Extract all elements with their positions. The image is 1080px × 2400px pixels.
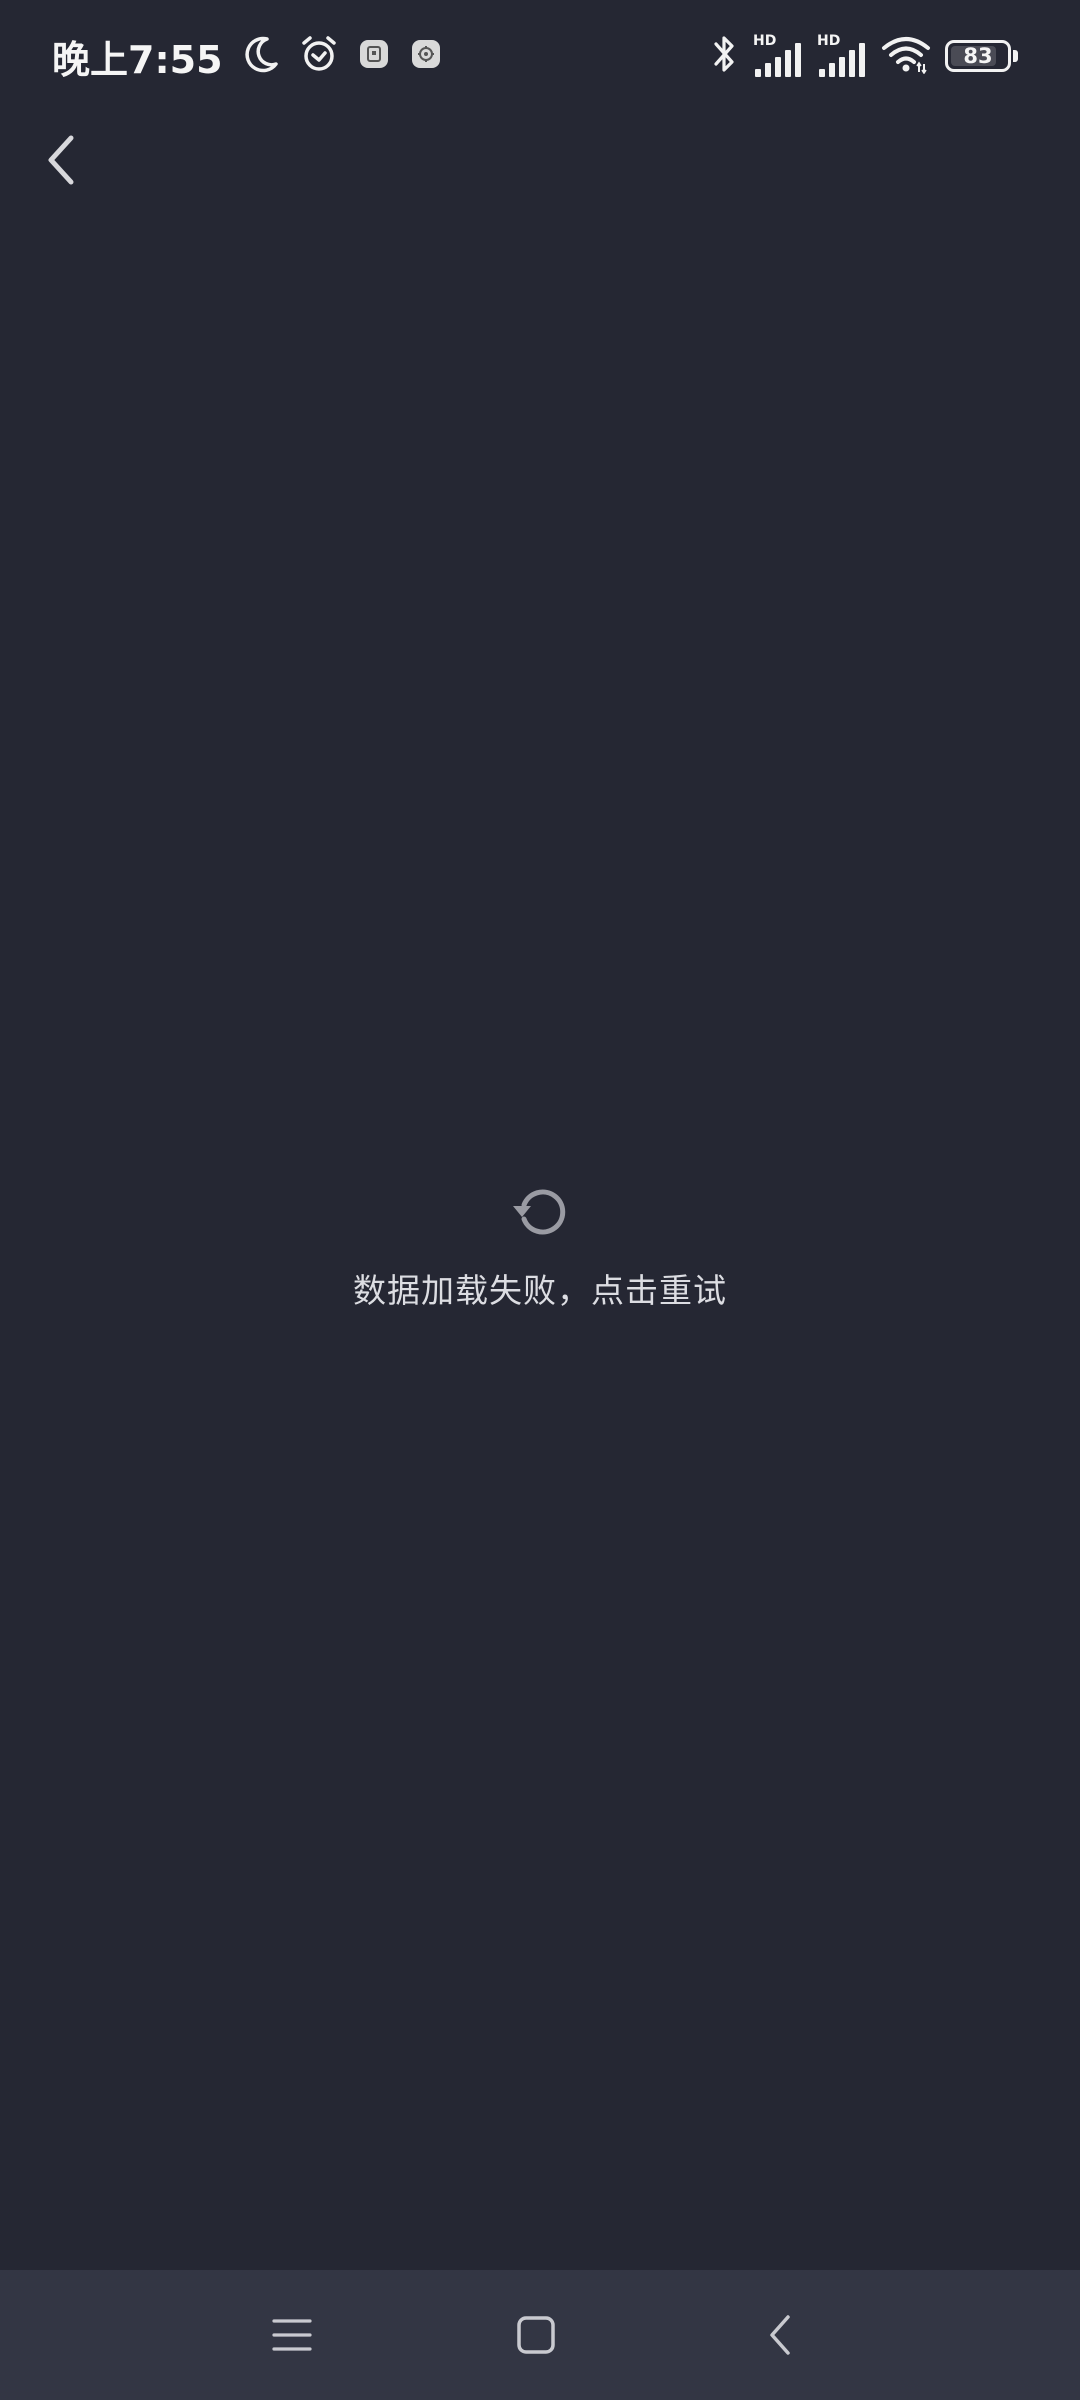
battery-cap (1013, 50, 1018, 62)
moon-icon (241, 34, 281, 78)
menu-button[interactable] (232, 2270, 352, 2400)
battery-icon: 83 (945, 40, 1018, 72)
status-bar: 晚上7:55 HD HD 83 (0, 0, 1080, 110)
alarm-icon (299, 34, 339, 78)
bluetooth-icon (709, 32, 739, 80)
signal-hd-icon: HD (753, 33, 803, 79)
status-time: 晚上7:55 (52, 37, 223, 82)
refresh-icon[interactable] (508, 1180, 572, 1244)
battery-level: 83 (963, 44, 993, 68)
app-notification-icon-2 (409, 37, 443, 75)
error-message[interactable]: 数据加载失败，点击重试 (353, 1264, 727, 1312)
chevron-left-icon (48, 135, 74, 185)
retry-area[interactable]: 数据加载失败，点击重试 (0, 1180, 1080, 1312)
back-icon (770, 2315, 790, 2355)
status-right: HD HD 83 (709, 28, 1018, 84)
wifi-icon (881, 34, 931, 78)
menu-icon (272, 2319, 312, 2351)
nav-back-button[interactable] (720, 2270, 840, 2400)
battery-body: 83 (945, 40, 1011, 72)
back-button[interactable] (34, 128, 88, 192)
status-left: 晚上7:55 (52, 28, 443, 84)
home-icon (517, 2316, 555, 2354)
app-notification-icon-1 (357, 37, 391, 75)
home-button[interactable] (476, 2270, 596, 2400)
signal-hd-icon: HD (817, 33, 867, 79)
navigation-bar (0, 2270, 1080, 2400)
